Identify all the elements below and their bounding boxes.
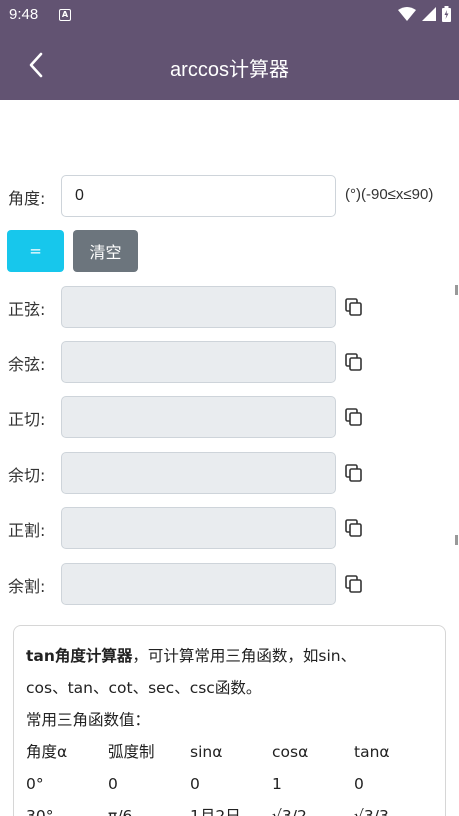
cosecant-result-field[interactable] (61, 563, 336, 605)
trig-table: 角度α 弧度制 sinα cosα tanα 0° 0 0 1 0 30° π/… (26, 736, 433, 816)
result-label: 余弦: (8, 355, 46, 374)
wifi-icon (398, 7, 416, 21)
status-icons (398, 6, 451, 22)
info-desc-line2: cos、tan、cot、sec、csc函数。 (26, 679, 262, 697)
angle-range-hint: (°)(-90≤x≤90) (345, 186, 434, 203)
copy-icon[interactable] (344, 518, 364, 538)
table-cell: 0 (354, 775, 364, 793)
table-header: tanα (354, 743, 390, 761)
result-row-tangent: 正切: (0, 396, 459, 438)
copy-icon[interactable] (344, 574, 364, 594)
info-description: tan角度计算器，可计算常用三角函数，如sin、 (26, 640, 433, 672)
scroll-indicator (455, 535, 458, 545)
table-cell: √3/3 (354, 807, 389, 816)
status-time: 9:48 (9, 6, 39, 23)
table-cell: 1月2日 (190, 807, 241, 816)
table-header: sinα (190, 743, 223, 761)
result-label: 正割: (8, 521, 46, 540)
angle-row: 角度: (°)(-90≤x≤90) (0, 175, 459, 217)
cosine-result-field[interactable] (61, 341, 336, 383)
copy-icon[interactable] (344, 297, 364, 317)
result-row-cotangent: 余切: (0, 452, 459, 494)
common-values-title: 常用三角函数值： (26, 711, 151, 729)
angle-input[interactable] (61, 175, 336, 217)
result-label: 正切: (8, 410, 46, 429)
result-label: 正弦: (8, 300, 46, 319)
cotangent-result-field[interactable] (61, 452, 336, 494)
battery-icon (442, 6, 451, 22)
info-card: tan角度计算器，可计算常用三角函数，如sin、 cos、tan、cot、sec… (13, 625, 446, 816)
copy-icon[interactable] (344, 407, 364, 427)
table-header: 角度α (26, 743, 68, 761)
info-desc-line1: ，可计算常用三角函数，如sin、 (132, 647, 357, 665)
result-label: 余割: (8, 577, 46, 596)
secant-result-field[interactable] (61, 507, 336, 549)
copy-icon[interactable] (344, 463, 364, 483)
sine-result-field[interactable] (61, 286, 336, 328)
table-cell: 0° (26, 775, 44, 793)
tangent-result-field[interactable] (61, 396, 336, 438)
status-bar: 9:48 A (0, 0, 459, 31)
signal-icon (422, 7, 436, 21)
table-cell: 0 (108, 775, 118, 793)
result-label: 余切: (8, 466, 46, 485)
result-row-cosine: 余弦: (0, 341, 459, 383)
angle-label: 角度: (8, 189, 46, 208)
scroll-indicator (455, 285, 458, 295)
result-row-cosecant: 余割: (0, 563, 459, 605)
app-bar: arccos计算器 (0, 31, 459, 100)
table-cell: 0 (190, 775, 200, 793)
info-title: tan角度计算器 (26, 647, 133, 665)
copy-icon[interactable] (344, 352, 364, 372)
table-header: 弧度制 (108, 743, 155, 761)
clear-button[interactable]: 清空 (73, 230, 138, 272)
result-row-secant: 正割: (0, 507, 459, 549)
table-cell: 30° (26, 807, 54, 816)
table-cell: √3/2 (272, 807, 307, 816)
table-cell: 1 (272, 775, 282, 793)
table-header: cosα (272, 743, 309, 761)
result-row-sine: 正弦: (0, 286, 459, 328)
page-title: arccos计算器 (170, 59, 289, 81)
table-cell: π/6 (108, 807, 133, 816)
notification-a-icon: A (59, 9, 71, 21)
equals-button[interactable]: = (7, 230, 64, 272)
